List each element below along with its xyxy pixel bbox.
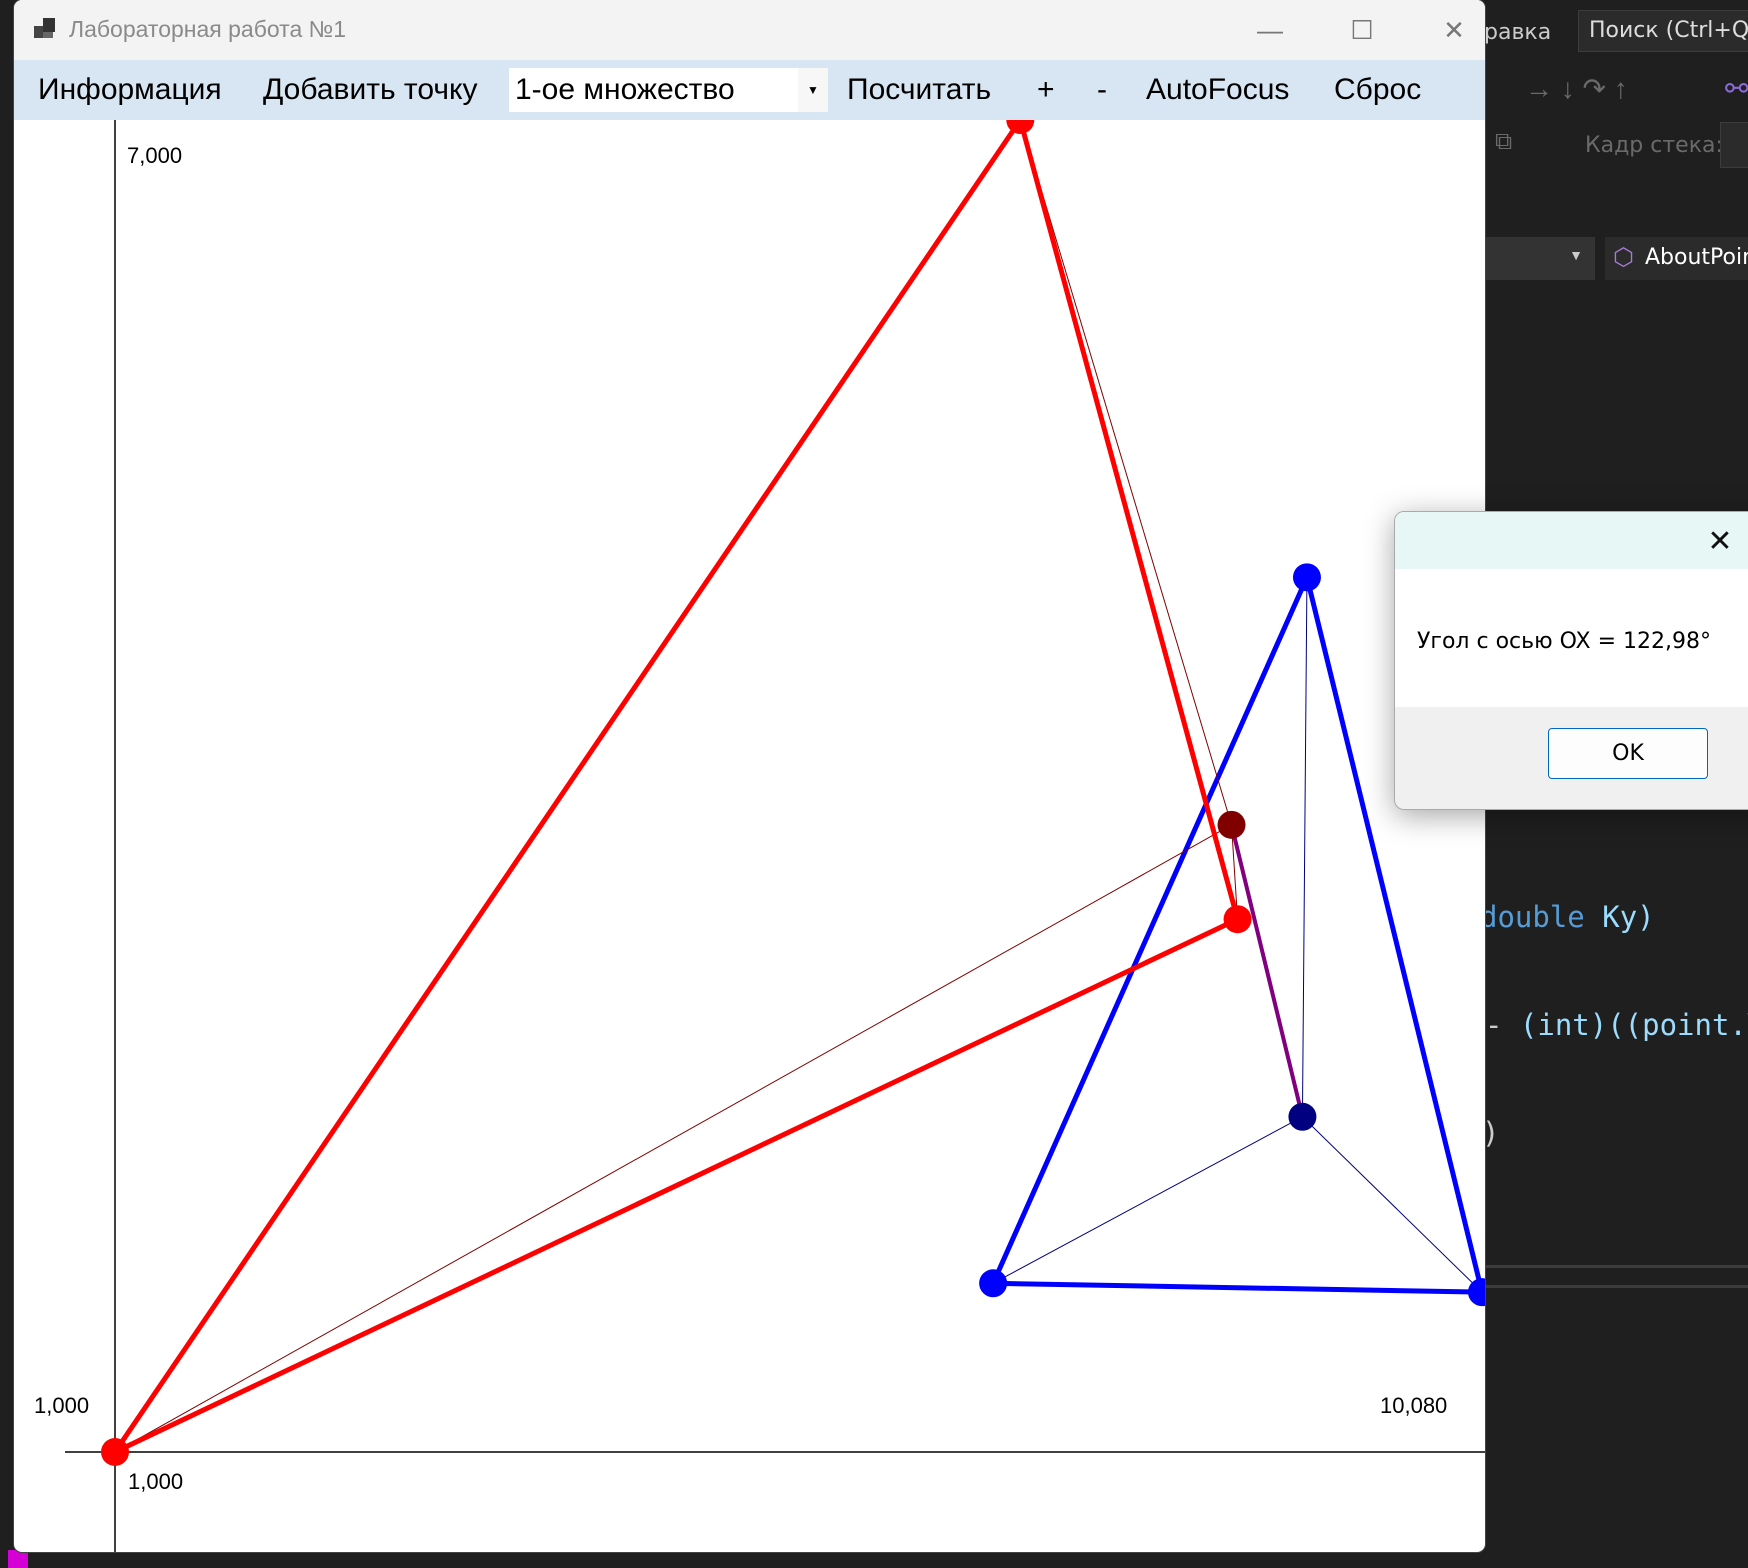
- set2-point: [1292, 563, 1321, 592]
- set1-point: [1223, 905, 1252, 934]
- dialog-close-icon[interactable]: ✕: [1695, 516, 1745, 566]
- set1-center-spoke: [114, 824, 1232, 1453]
- set1-center-spoke: [1019, 120, 1232, 825]
- set1-point: [1006, 120, 1035, 134]
- centers-connector: [1229, 824, 1305, 1118]
- set2-triangle-edge: [990, 576, 1310, 1285]
- set2-center-spoke: [992, 1116, 1303, 1284]
- set1-triangle-edge: [113, 916, 1239, 1455]
- dialog-message: Угол с осью OX = 122,98°: [1417, 629, 1711, 654]
- set2-center-point: [1288, 1102, 1317, 1131]
- set2-point: [979, 1269, 1008, 1298]
- message-dialog: ✕ Угол с осью OX = 122,98° OK: [1394, 511, 1748, 810]
- set1-point: [101, 1438, 129, 1466]
- set1-triangle-edge: [112, 120, 1023, 1454]
- dialog-ok-button[interactable]: OK: [1548, 728, 1708, 779]
- set2-triangle-edge: [993, 1280, 1483, 1295]
- set2-center-spoke: [1301, 577, 1308, 1117]
- set1-triangle-edge: [1017, 120, 1240, 920]
- set1-center-point: [1217, 810, 1246, 839]
- set2-point: [1467, 1278, 1485, 1307]
- dialog-body: Угол с осью OX = 122,98°: [1395, 569, 1748, 707]
- set2-center-spoke: [1302, 1116, 1483, 1293]
